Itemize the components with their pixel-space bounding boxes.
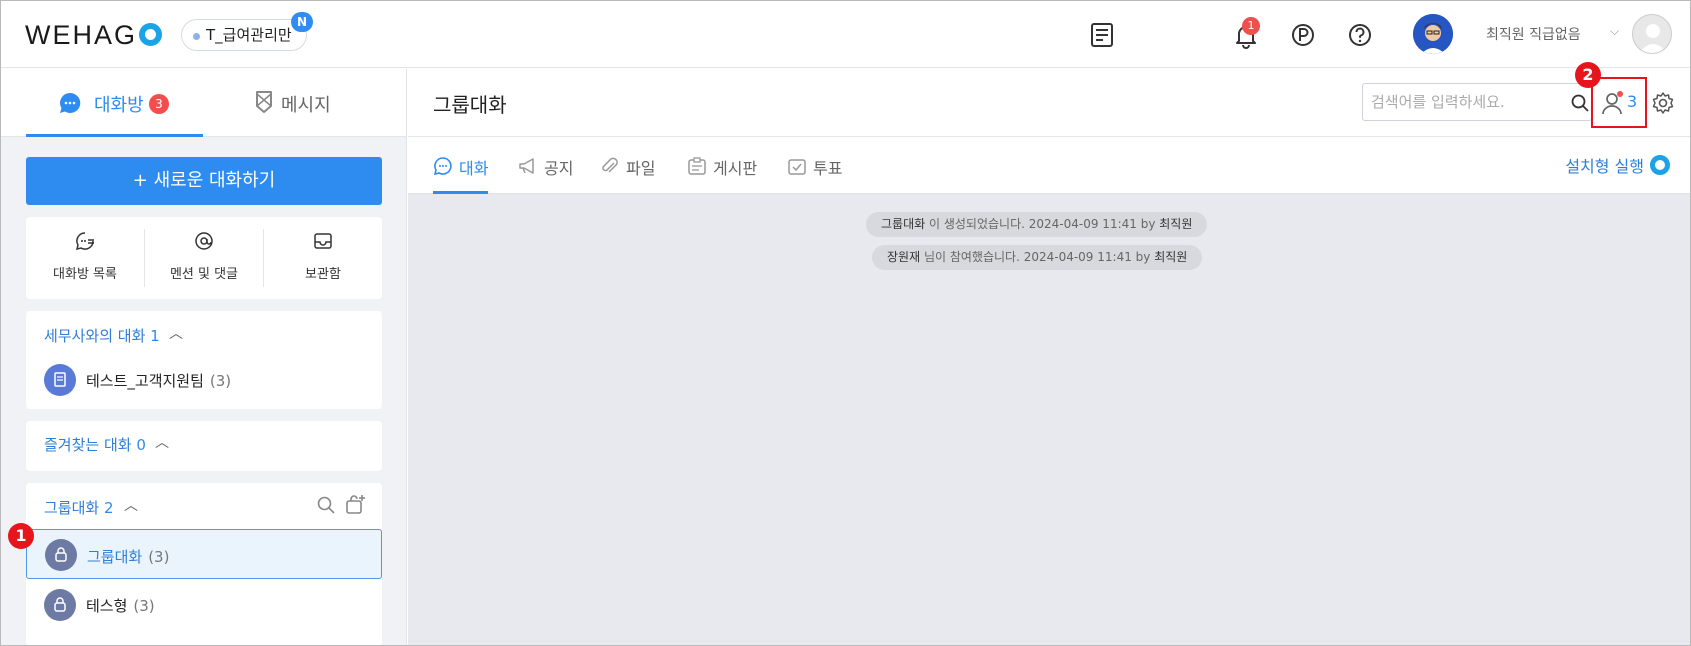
help-icon[interactable]: [1345, 20, 1375, 50]
new-chat-button[interactable]: + 새로운 대화하기: [26, 157, 382, 205]
company-name: T_급여관리만: [206, 26, 292, 44]
memo-icon[interactable]: [1087, 20, 1117, 50]
room-name: 테스트_고객지원팀 (3): [86, 372, 232, 390]
tab-files[interactable]: 파일: [600, 137, 660, 194]
tab-messages[interactable]: 메시지: [201, 69, 378, 137]
section-title[interactable]: 그룹대화 2: [44, 497, 114, 518]
left-tabs: 대화방 3 메시지: [1, 69, 406, 137]
wehago-logo[interactable]: WEHAG: [25, 20, 163, 51]
search-icon[interactable]: [316, 495, 336, 515]
paperclip-icon: [602, 157, 618, 173]
list-item[interactable]: 테스형 (3): [26, 580, 382, 628]
search-box: [1362, 83, 1592, 121]
tab-files-label: 파일: [626, 159, 656, 178]
search-icon[interactable]: [1570, 93, 1590, 113]
search-input[interactable]: [1371, 92, 1561, 112]
megaphone-icon: [519, 158, 534, 174]
storage-button[interactable]: 보관함: [264, 217, 382, 299]
room-name: 테스형 (3): [86, 597, 155, 615]
tab-vote-label: 투표: [813, 159, 843, 178]
lock-icon: [55, 547, 67, 562]
chevron-down-icon[interactable]: ⌵: [1610, 24, 1619, 39]
tab-messages-label: 메시지: [281, 95, 331, 116]
section-tax-accountant: 세무사와의 대화 1 ︿ 테스트_고객지원팀 (3): [26, 311, 382, 409]
company-status-dot: [193, 33, 200, 40]
list-item[interactable]: 테스트_고객지원팀 (3): [26, 355, 382, 403]
system-message: 장원재 님이 참여했습니다. 2024-04-09 11:41 by 최직원: [872, 245, 1203, 270]
section-title[interactable]: 즐겨찾는 대화 0: [44, 434, 146, 455]
chatroom-count-badge: 3: [149, 94, 169, 114]
tab-notice-label: 공지: [544, 159, 574, 178]
tab-chatrooms-label: 대화방: [94, 95, 144, 116]
top-bar: WEHAG T_급여관리만 N 1 최직원 직급없음 ⌵: [1, 1, 1690, 68]
app-window: WEHAG T_급여관리만 N 1 최직원 직급없음 ⌵ 대화방 3 메시지 +…: [0, 0, 1691, 646]
document-icon: [54, 372, 66, 387]
chatroom-list-button[interactable]: 대화방 목록: [26, 217, 144, 299]
mentions-button[interactable]: 멘션 및 댓글: [145, 217, 263, 299]
chat-list-icon: [75, 232, 94, 251]
section-group-chats: 그룹대화 2 ︿ 그룹대화 (3) 테스형 (3): [26, 483, 382, 645]
person-icon: [1602, 91, 1623, 115]
chatroom-list-label: 대화방 목록: [53, 267, 117, 282]
room-avatar: [45, 539, 77, 571]
chat-bubble-icon: [433, 157, 452, 176]
add-group-icon[interactable]: [344, 493, 366, 515]
message-icon: [256, 91, 272, 113]
chat-bubble-icon: [60, 92, 81, 113]
wehago-o-icon: [1650, 155, 1670, 175]
tab-chat[interactable]: 대화: [433, 137, 488, 194]
room-avatar: [44, 589, 76, 621]
room-avatar: [44, 364, 76, 396]
at-mention-icon: [195, 232, 213, 250]
chevron-up-icon[interactable]: ︿: [155, 432, 169, 452]
room-name: 그룹대화 (3): [87, 548, 170, 566]
callout-number-2: 2: [1575, 62, 1601, 88]
section-title[interactable]: 세무사와의 대화 1: [44, 325, 160, 346]
tab-chatrooms[interactable]: 대화방 3: [26, 69, 203, 137]
gear-icon[interactable]: [1651, 91, 1675, 115]
user-name[interactable]: 최직원 직급없음: [1486, 24, 1581, 44]
board-icon: [688, 157, 706, 175]
quick-actions: 대화방 목록 멘션 및 댓글 보관함: [26, 217, 382, 299]
tab-board-label: 게시판: [713, 159, 758, 178]
list-item-selected[interactable]: 그룹대화 (3): [26, 529, 382, 579]
chat-tabs: 대화 공지 파일 게시판 투표 설치형 실행: [408, 137, 1690, 194]
lock-icon: [54, 597, 66, 612]
chevron-up-icon[interactable]: ︿: [169, 323, 183, 343]
system-message: 그룹대화 이 생성되었습니다. 2024-04-09 11:41 by 최직원: [866, 212, 1208, 237]
tab-board[interactable]: 게시판: [687, 137, 767, 194]
tab-notice[interactable]: 공지: [518, 137, 578, 194]
point-icon[interactable]: [1288, 20, 1318, 50]
inbox-icon: [314, 233, 332, 249]
install-app-button[interactable]: 설치형 실행: [1565, 153, 1670, 177]
user-profile-avatar[interactable]: [1632, 14, 1672, 54]
section-favorites: 즐겨찾는 대화 0 ︿: [26, 421, 382, 471]
chevron-up-icon[interactable]: ︿: [124, 495, 138, 515]
main-panel: 그룹대화 3 2: [408, 62, 1690, 645]
mentions-label: 멘션 및 댓글: [169, 267, 239, 282]
notification-badge: 1: [1242, 17, 1260, 35]
chat-header: 그룹대화 3: [408, 69, 1690, 137]
page-title: 그룹대화: [433, 93, 507, 117]
logo-o-mark: [139, 23, 163, 46]
members-button[interactable]: 3: [1591, 77, 1647, 128]
left-panel: 대화방 3 메시지 + 새로운 대화하기 대화방 목록 멘션 및 댓글 보관함 …: [1, 69, 407, 645]
tab-chat-label: 대화: [459, 159, 489, 178]
storage-label: 보관함: [305, 267, 341, 282]
new-badge: N: [291, 12, 313, 32]
tab-vote[interactable]: 투표: [787, 137, 847, 194]
vote-icon: [788, 159, 806, 175]
character-avatar[interactable]: [1413, 14, 1453, 54]
callout-number-1: 1: [8, 523, 34, 549]
member-count: 3: [1627, 92, 1638, 111]
company-selector[interactable]: T_급여관리만: [181, 19, 307, 51]
